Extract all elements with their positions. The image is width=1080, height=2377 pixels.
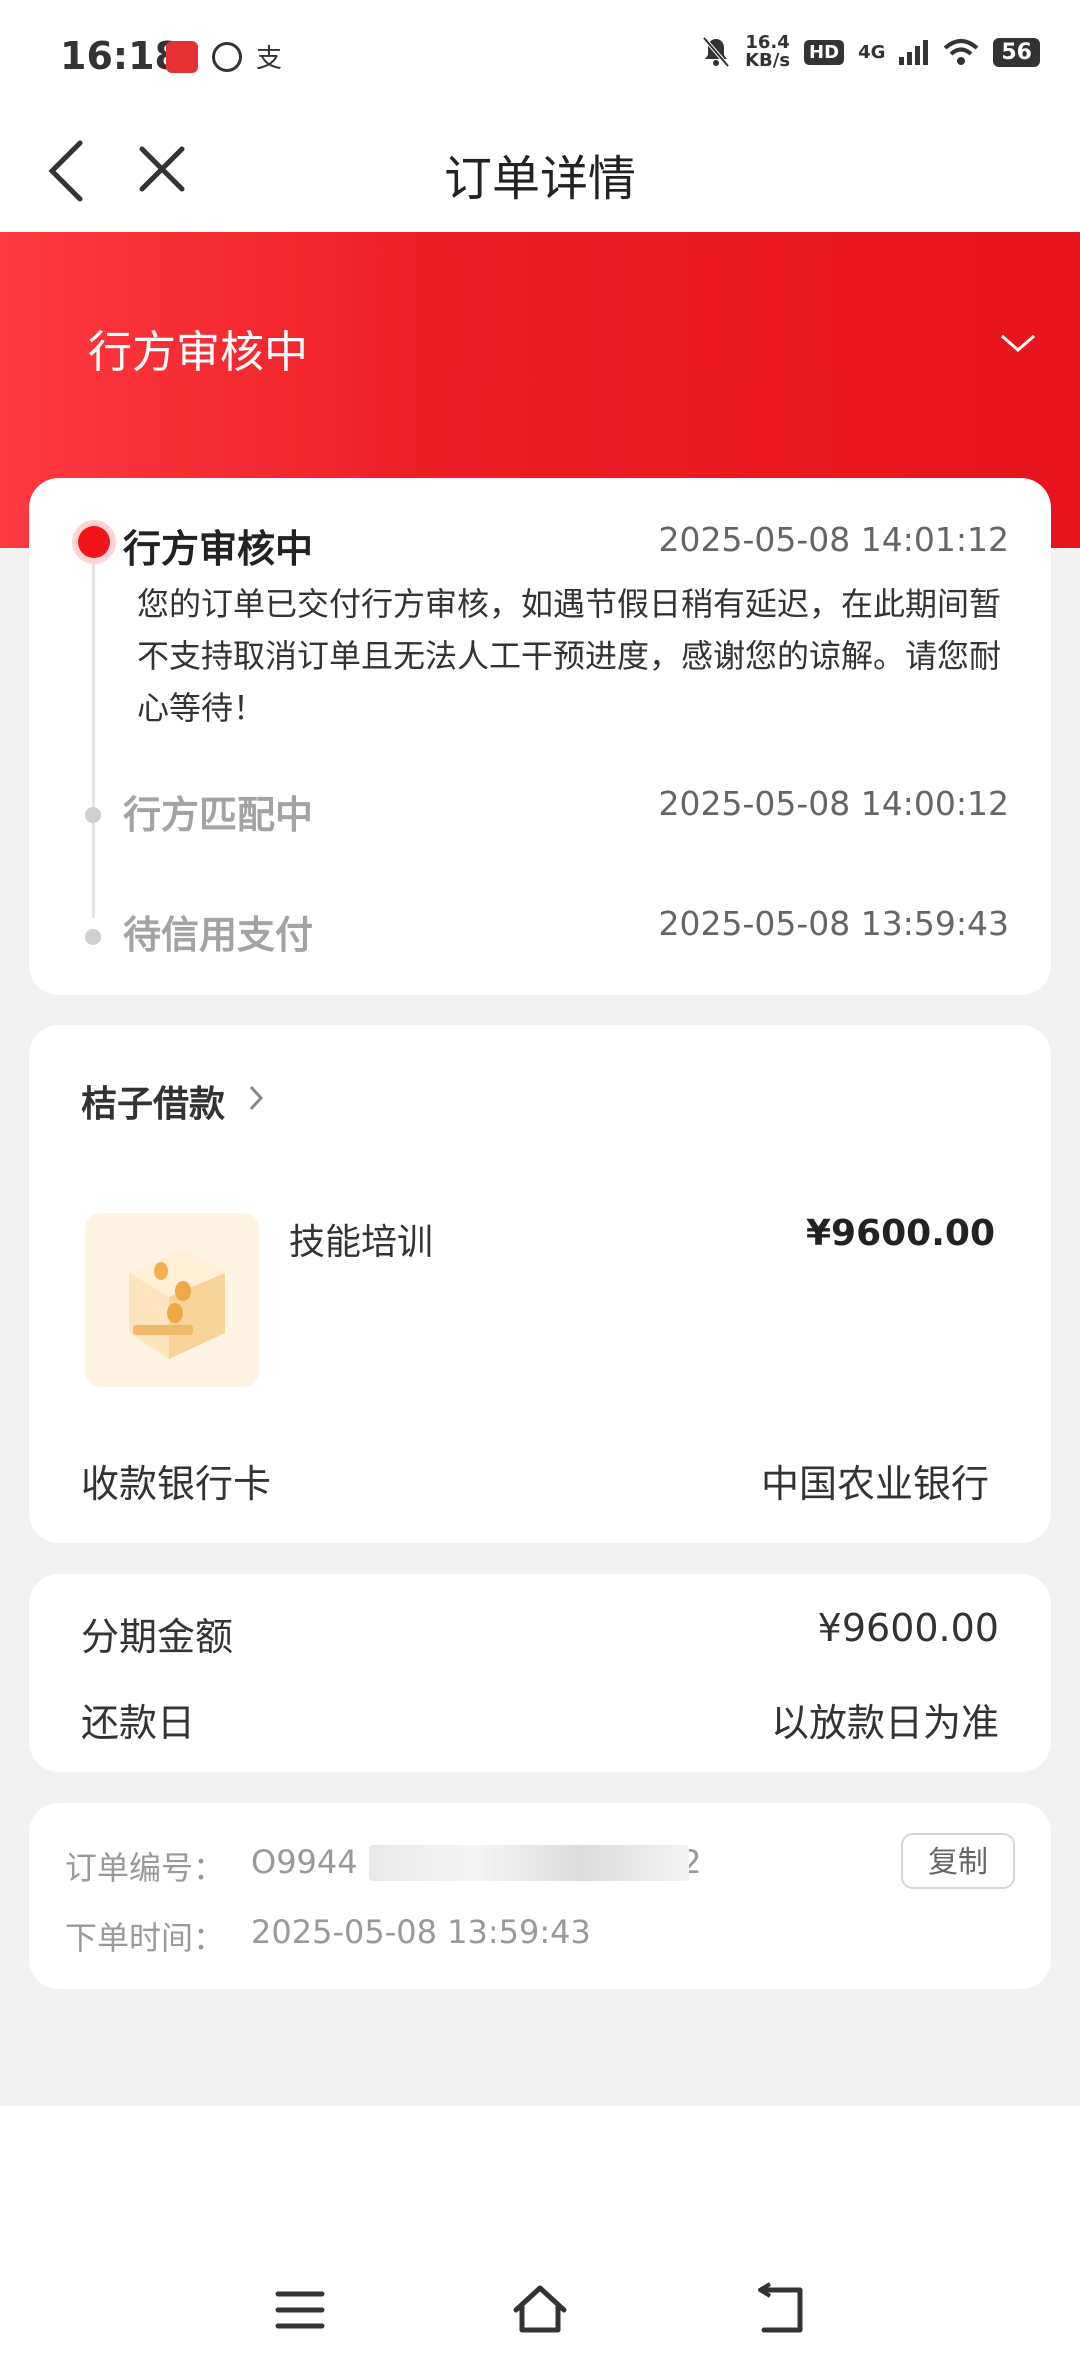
order-time-label: 下单时间： (65, 1919, 226, 1957)
order-number-redaction (369, 1845, 689, 1881)
timeline-active-dot (78, 526, 110, 558)
app-red-icon (166, 40, 198, 73)
mute-bell-icon (702, 36, 730, 68)
product-card: 桔子借款 技能培训 ¥9600.00 收款银行卡 中国农业银行 (29, 1025, 1051, 1543)
app-face-icon (212, 41, 242, 72)
timeline-title-active: 行方审核中 (123, 527, 314, 571)
product-name: 技能培训 (289, 1222, 434, 1263)
home-icon[interactable] (510, 2280, 570, 2340)
timeline-time: 2025-05-08 14:00:12 (658, 784, 1009, 823)
status-time: 16:18 (60, 34, 181, 78)
product-price: ¥9600.00 (805, 1213, 995, 1254)
timeline-line (92, 538, 95, 918)
status-bar: 16:18 支 16.4 KB/s HD 4G 56 (0, 0, 1080, 115)
menu-icon[interactable] (270, 2280, 330, 2340)
back-nav-icon[interactable] (750, 2280, 810, 2340)
timeline-desc: 您的订单已交付行方审核，如遇节假日稍有延迟，在此期间暂不支持取消订单且无法人工干… (137, 585, 1002, 727)
timeline-dot (85, 807, 101, 823)
wifi-icon (944, 39, 979, 65)
repay-day-label: 还款日 (81, 1701, 196, 1745)
bank-card-value: 中国农业银行 (760, 1462, 989, 1506)
installment-label: 分期金额 (81, 1615, 234, 1659)
battery-icon: 56 (993, 37, 1040, 67)
timeline-card: 行方审核中 2025-05-08 14:01:12 您的订单已交付行方审核，如遇… (29, 478, 1051, 995)
timeline-time: 2025-05-08 13:59:43 (658, 904, 1009, 943)
order-info-card: 订单编号： O9944 5943372 复制 下单时间： 2025-05-08 … (29, 1803, 1051, 1989)
order-time-value: 2025-05-08 13:59:43 (251, 1913, 591, 1951)
order-number-label: 订单编号： (65, 1849, 226, 1887)
system-indicators: 16.4 KB/s HD 4G 56 (701, 34, 1040, 70)
banner-status-title: 行方审核中 (88, 327, 308, 378)
timeline-time-active: 2025-05-08 14:01:12 (658, 520, 1009, 559)
signal-icon (899, 40, 929, 65)
net-speed-unit: KB/s (745, 50, 791, 71)
timeline-title: 行方匹配中 (123, 793, 314, 837)
chevron-right-icon[interactable] (243, 1081, 269, 1115)
installment-value: ¥9600.00 (817, 1606, 999, 1650)
hd-badge: HD (804, 39, 845, 65)
net-speed: 16.4 KB/s (745, 34, 790, 70)
page-title: 订单详情 (443, 151, 636, 207)
repay-day-value: 以放款日为准 (770, 1701, 999, 1745)
merchant-name[interactable]: 桔子借款 (81, 1075, 225, 1127)
bank-card-label: 收款银行卡 (81, 1462, 272, 1506)
order-number-prefix: O9944 (251, 1843, 358, 1881)
chevron-down-icon[interactable] (998, 324, 1038, 364)
timeline-dot (85, 929, 101, 945)
coin-box-icon (129, 1249, 225, 1359)
signal-label: 4G (858, 41, 886, 63)
alipay-icon: 支 (256, 44, 283, 74)
nav-bar: 订单详情 (0, 115, 1080, 232)
copy-button[interactable]: 复制 (901, 1833, 1015, 1889)
notification-icons: 支 (166, 38, 282, 75)
amount-card: 分期金额 ¥9600.00 还款日 以放款日为准 (29, 1574, 1051, 1772)
timeline-title: 待信用支付 (123, 913, 314, 957)
product-thumbnail (85, 1213, 259, 1387)
